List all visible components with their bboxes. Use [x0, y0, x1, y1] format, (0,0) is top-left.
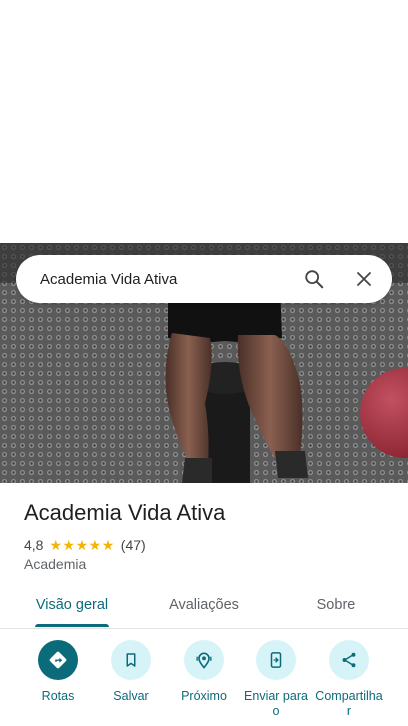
star-icon: ★ [75, 537, 89, 553]
tab-about[interactable]: Sobre [284, 585, 388, 625]
star-icon: ★ [88, 537, 102, 553]
action-label: Rotas [41, 689, 75, 703]
place-category: Academia [24, 556, 87, 572]
tab-bar: Visão geral Avaliações Sobre [0, 585, 408, 629]
search-bar[interactable]: Academia Vida Ativa [16, 255, 392, 303]
rating-stars: ★ ★ ★ ★ ★ [49, 538, 114, 552]
star-icon: ★ [49, 537, 63, 553]
tab-label: Sobre [316, 597, 356, 613]
place-title: Academia Vida Ativa [24, 500, 226, 525]
bookmark-icon [111, 640, 151, 680]
tab-reviews[interactable]: Avaliações [152, 585, 256, 625]
action-label: Compartilha r [315, 689, 383, 718]
action-bar: Rotas Salvar Próximo Enviar para o Compa… [0, 640, 408, 726]
active-tab-indicator [35, 624, 109, 627]
tab-label: Avaliações [169, 597, 239, 613]
directions-button[interactable]: Rotas [22, 640, 94, 704]
rating-row[interactable]: 4,8 ★ ★ ★ ★ ★ (47) [24, 536, 146, 554]
action-label: Enviar para o [244, 689, 308, 718]
close-icon[interactable] [352, 267, 376, 291]
tab-label: Visão geral [35, 597, 109, 613]
map-area-blank [0, 0, 408, 243]
send-to-phone-icon [256, 640, 296, 680]
search-input[interactable]: Academia Vida Ativa [40, 271, 302, 288]
tab-overview[interactable]: Visão geral [20, 585, 124, 625]
action-label: Salvar [113, 689, 149, 703]
share-icon [329, 640, 369, 680]
nearby-icon [184, 640, 224, 680]
star-icon: ★ [62, 537, 76, 553]
share-button[interactable]: Compartilha r [313, 640, 385, 719]
directions-icon [38, 640, 78, 680]
search-icon[interactable] [302, 267, 326, 291]
review-count: (47) [120, 537, 146, 553]
save-button[interactable]: Salvar [95, 640, 167, 704]
send-to-phone-button[interactable]: Enviar para o [240, 640, 312, 719]
nearby-button[interactable]: Próximo [168, 640, 240, 704]
rating-value: 4,8 [24, 537, 44, 553]
action-label: Próximo [181, 689, 227, 703]
star-icon: ★ [101, 537, 115, 553]
